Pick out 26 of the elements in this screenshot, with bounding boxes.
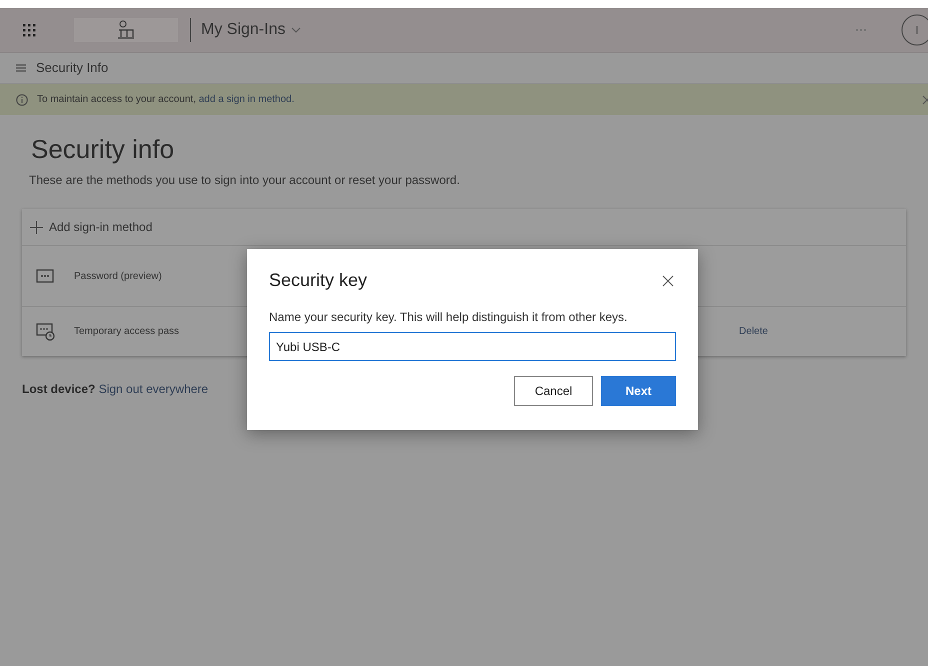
app-launcher-icon[interactable] bbox=[22, 23, 36, 37]
dialog-title: Security key bbox=[269, 269, 368, 292]
delete-link[interactable]: Delete bbox=[739, 324, 768, 339]
method-name: Password (preview) bbox=[74, 270, 162, 284]
next-button[interactable]: Next bbox=[601, 376, 676, 406]
add-method-button[interactable]: Add sign-in method bbox=[22, 209, 906, 246]
banner-message: To maintain access to your account, add a sign in method. bbox=[37, 93, 294, 107]
page-heading: Security info bbox=[30, 133, 176, 165]
avatar-icon[interactable] bbox=[901, 14, 928, 46]
chevron-down-icon bbox=[291, 27, 302, 33]
page-subtitle: These are the methods you use to sign into your account or reset your password. bbox=[28, 172, 461, 189]
plus-icon bbox=[30, 220, 43, 234]
method-name: Temporary access pass bbox=[74, 325, 180, 339]
sign-out-everywhere-link[interactable]: Sign out everywhere bbox=[98, 382, 208, 396]
app-title-dropdown[interactable]: My Sign-Ins bbox=[201, 18, 302, 42]
menu-icon[interactable] bbox=[16, 64, 26, 72]
close-icon[interactable] bbox=[662, 274, 674, 286]
dialog-description: Name your security key. This will help distinguish it from other keys. bbox=[269, 309, 628, 326]
password-clock-icon bbox=[36, 322, 56, 340]
lost-device-label: Lost device? bbox=[22, 382, 96, 396]
password-dots-icon bbox=[36, 269, 54, 283]
cancel-button[interactable]: Cancel bbox=[514, 376, 593, 406]
key-name-input[interactable]: Yubi USB-C bbox=[269, 332, 676, 361]
add-method-link[interactable]: add a sign in method. bbox=[198, 94, 294, 105]
info-icon bbox=[16, 94, 28, 106]
nav-title: Security Info bbox=[36, 59, 108, 78]
